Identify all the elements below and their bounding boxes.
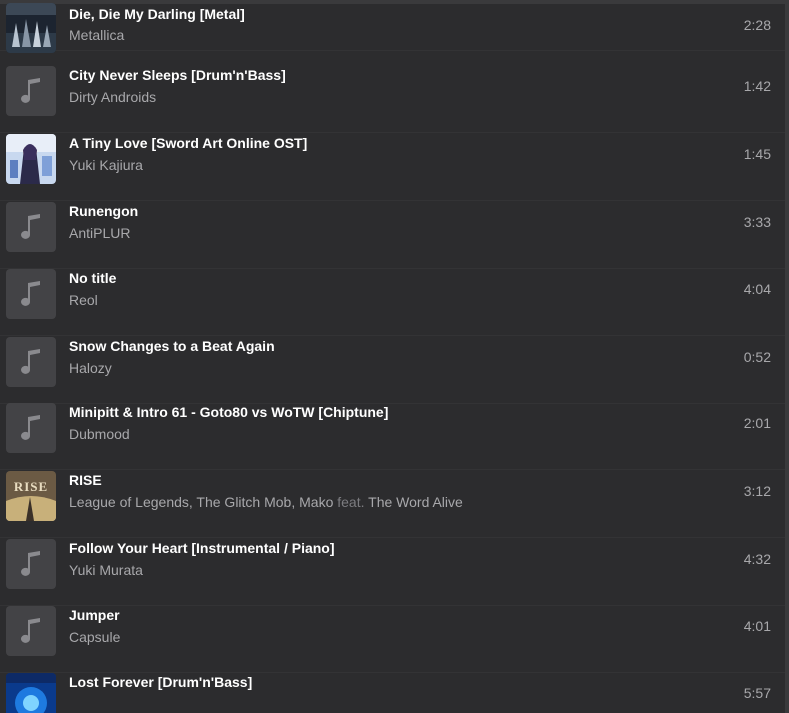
album-art-placeholder: [6, 337, 56, 387]
scrollbar-track[interactable]: [785, 0, 789, 713]
track-artist[interactable]: Metallica: [69, 27, 124, 43]
track-title: Minipitt & Intro 61 - Goto80 vs WoTW [Ch…: [69, 404, 389, 420]
track-duration: 4:04: [743, 281, 771, 297]
track-row[interactable]: A Tiny Love [Sword Art Online OST] Yuki …: [0, 134, 785, 201]
track-artist[interactable]: Yuki Murata: [69, 562, 143, 578]
track-duration: 3:12: [743, 483, 771, 499]
track-row[interactable]: RISE RISE League of Legends, The Glitch …: [0, 471, 785, 538]
track-duration: 4:01: [743, 618, 771, 634]
track-row[interactable]: Minipitt & Intro 61 - Goto80 vs WoTW [Ch…: [0, 403, 785, 470]
feat-label: feat.: [337, 494, 365, 510]
track-row[interactable]: Jumper Capsule 4:01: [0, 606, 785, 673]
track-duration: 3:33: [743, 214, 771, 230]
track-artist[interactable]: Dubmood: [69, 426, 130, 442]
track-title: City Never Sleeps [Drum'n'Bass]: [69, 67, 286, 83]
track-row[interactable]: City Never Sleeps [Drum'n'Bass] Dirty An…: [0, 66, 785, 133]
album-art-placeholder: [6, 606, 56, 656]
album-art: [6, 673, 56, 713]
album-art-placeholder: [6, 539, 56, 589]
track-title: Runengon: [69, 203, 139, 219]
track-title: Die, Die My Darling [Metal]: [69, 6, 245, 22]
track-title: Snow Changes to a Beat Again: [69, 338, 275, 354]
track-duration: 1:42: [743, 78, 771, 94]
track-title: RISE: [69, 472, 102, 488]
track-row[interactable]: Lost Forever [Drum'n'Bass] 5:57: [0, 673, 785, 713]
track-list: Die, Die My Darling [Metal] Metallica 2:…: [0, 0, 785, 713]
track-duration: 0:52: [743, 349, 771, 365]
track-duration: 1:45: [743, 146, 771, 162]
music-note-icon: [21, 618, 40, 643]
music-note-icon: [21, 415, 40, 440]
track-artist[interactable]: Capsule: [69, 629, 120, 645]
track-duration: 4:32: [743, 551, 771, 567]
track-artist[interactable]: Yuki Kajiura: [69, 157, 143, 173]
album-art-text: RISE: [14, 479, 48, 494]
music-note-icon: [21, 349, 40, 374]
track-row[interactable]: Runengon AntiPLUR 3:33: [0, 202, 785, 269]
track-row[interactable]: Die, Die My Darling [Metal] Metallica 2:…: [0, 0, 785, 53]
track-title: A Tiny Love [Sword Art Online OST]: [69, 135, 308, 151]
track-artist[interactable]: Dirty Androids: [69, 89, 156, 105]
album-art: RISE: [6, 471, 56, 521]
track-title: Jumper: [69, 607, 120, 623]
track-row[interactable]: Follow Your Heart [Instrumental / Piano]…: [0, 539, 785, 606]
track-title: Follow Your Heart [Instrumental / Piano]: [69, 540, 335, 556]
track-duration: 2:28: [743, 17, 771, 33]
album-art: [6, 3, 56, 53]
album-art-placeholder: [6, 403, 56, 453]
featured-artist[interactable]: The Word Alive: [368, 494, 463, 510]
artist-names[interactable]: League of Legends, The Glitch Mob, Mako: [69, 494, 333, 510]
album-art: [6, 134, 56, 184]
track-row[interactable]: Snow Changes to a Beat Again Halozy 0:52: [0, 337, 785, 404]
album-art-placeholder: [6, 66, 56, 116]
track-artist[interactable]: Halozy: [69, 360, 112, 376]
track-duration: 5:57: [743, 685, 771, 701]
album-art-placeholder: [6, 269, 56, 319]
track-title: No title: [69, 270, 117, 286]
music-note-icon: [21, 551, 40, 576]
track-artist[interactable]: League of Legends, The Glitch Mob, Mako …: [69, 494, 463, 510]
music-note-icon: [21, 78, 40, 103]
track-duration: 2:01: [743, 415, 771, 431]
track-artist[interactable]: AntiPLUR: [69, 225, 130, 241]
music-note-icon: [21, 281, 40, 306]
track-title: Lost Forever [Drum'n'Bass]: [69, 674, 253, 690]
track-artist[interactable]: Reol: [69, 292, 98, 308]
music-note-icon: [21, 214, 40, 239]
album-art-placeholder: [6, 202, 56, 252]
track-row[interactable]: No title Reol 4:04: [0, 269, 785, 336]
